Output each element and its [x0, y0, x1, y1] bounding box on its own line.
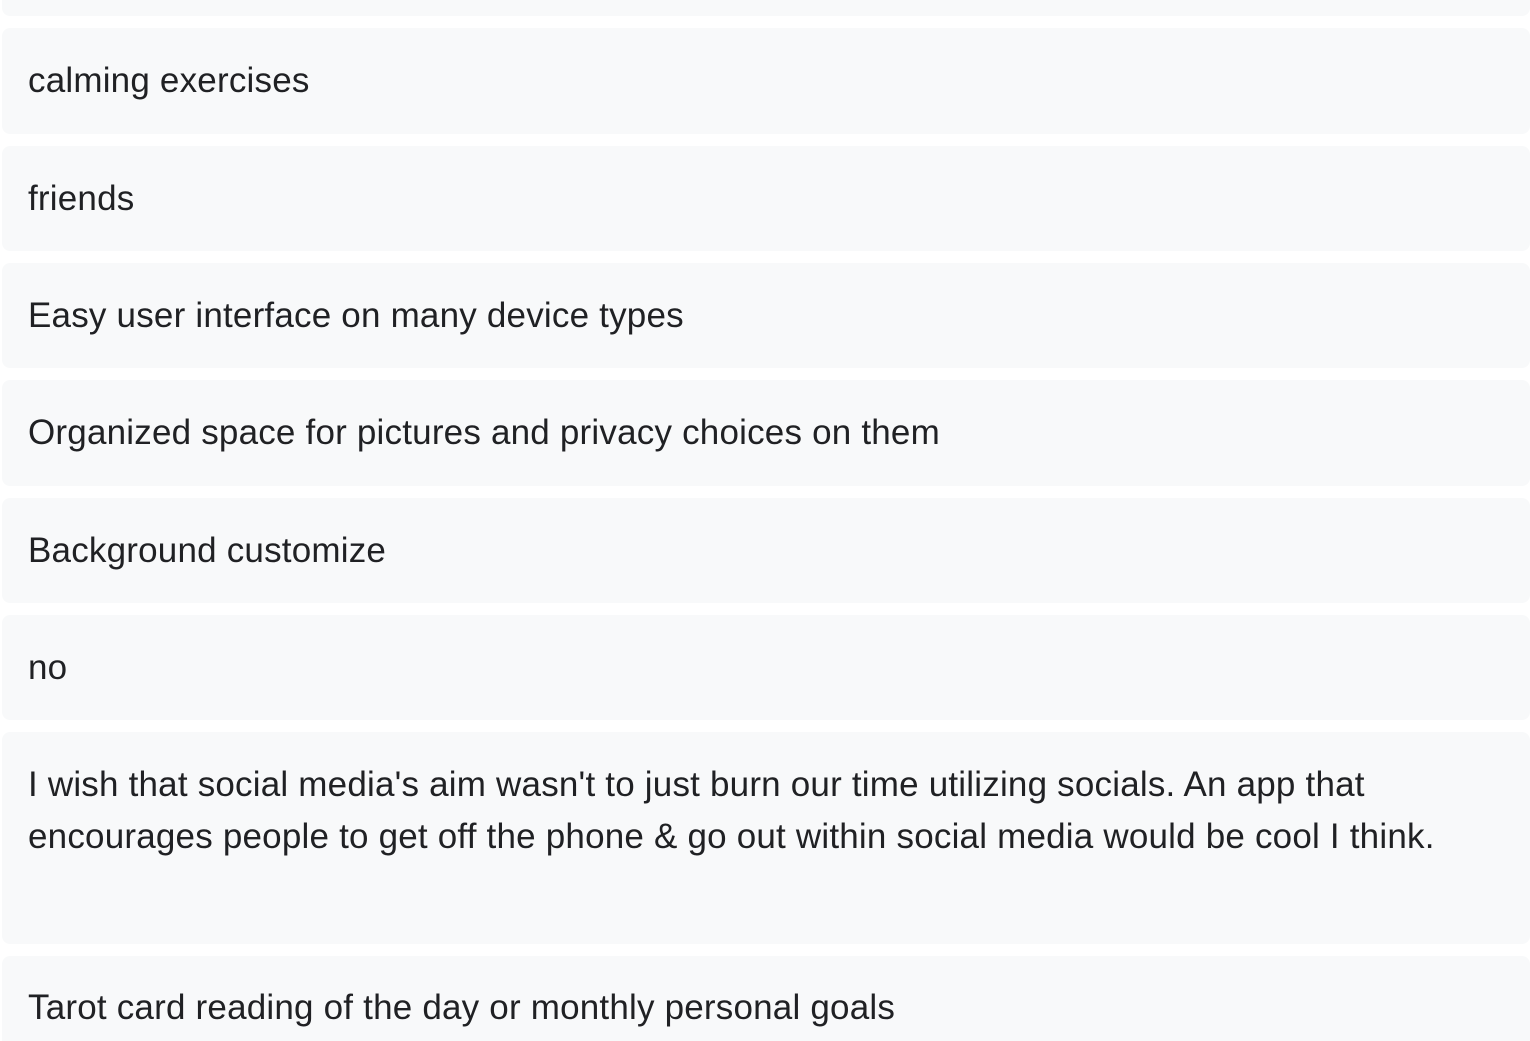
response-card: Tarot card reading of the day or monthly… [2, 956, 1530, 1041]
response-text: no [28, 647, 68, 687]
response-card: Background customize [2, 498, 1530, 603]
response-text: I wish that social media's aim wasn't to… [28, 765, 1435, 856]
response-card [2, 0, 1530, 16]
response-card: Easy user interface on many device types [2, 263, 1530, 368]
response-text: Tarot card reading of the day or monthly… [28, 988, 896, 1027]
response-card: friends [2, 146, 1530, 251]
response-text: friends [28, 178, 135, 218]
response-card: no [2, 615, 1530, 720]
response-text: Organized space for pictures and privacy… [28, 413, 940, 452]
response-text: calming exercises [28, 61, 310, 100]
response-card: Organized space for pictures and privacy… [2, 380, 1530, 486]
response-card: I wish that social media's aim wasn't to… [2, 732, 1530, 944]
response-text: Background customize [28, 530, 387, 570]
response-text: Easy user interface on many device types [28, 295, 684, 335]
response-card: calming exercises [2, 28, 1530, 134]
